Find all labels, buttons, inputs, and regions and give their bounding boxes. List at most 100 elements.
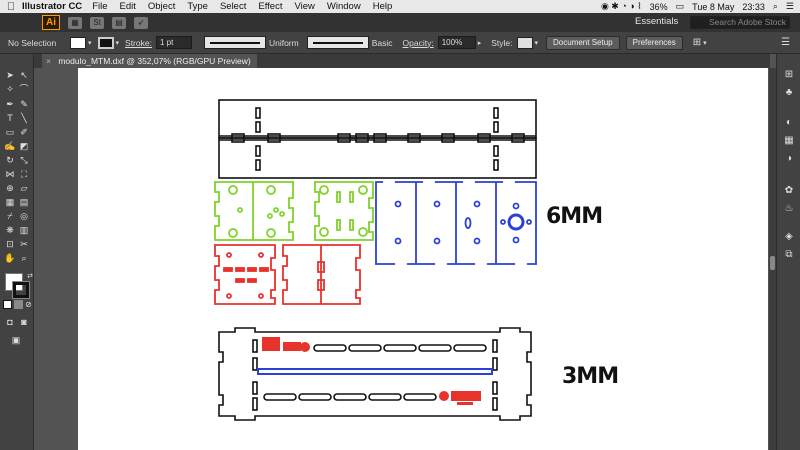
gradient-mode-icon[interactable] — [14, 300, 23, 309]
thickness-label-3mm: 3MM — [562, 364, 619, 389]
menu-edit[interactable]: Edit — [120, 1, 136, 12]
control-bar: No Selection ▾ ▾ Stroke: 1 pt Uniform Ba… — [0, 32, 800, 54]
paintbrush-tool-icon[interactable]: ✐ — [18, 126, 30, 138]
app-menu[interactable]: Illustrator CC — [22, 1, 82, 12]
gpu-performance-icon[interactable]: ➶ — [134, 16, 148, 29]
document-setup-button[interactable]: Document Setup — [546, 35, 620, 50]
close-tab-icon[interactable]: × — [46, 56, 51, 66]
perspective-grid-tool-icon[interactable]: ▱ — [18, 182, 30, 194]
stroke-swatch[interactable] — [97, 36, 114, 49]
vertical-scrollbar[interactable] — [769, 68, 776, 450]
stroke-color-box[interactable] — [12, 281, 30, 299]
graphic-style-swatch[interactable] — [516, 36, 533, 49]
arrange-documents-icon[interactable]: ▤ — [112, 16, 126, 29]
color-guide-panel-icon[interactable]: ◑ — [783, 152, 795, 164]
menu-effect[interactable]: Effect — [258, 1, 282, 12]
type-tool-icon[interactable]: T — [4, 112, 16, 124]
bridge-icon[interactable]: ▦ — [68, 16, 82, 29]
blend-tool-icon[interactable]: ◎ — [18, 210, 30, 222]
panel-menu-icon[interactable]: ☰ — [781, 37, 790, 48]
gradient-tool-icon[interactable]: ▤ — [18, 196, 30, 208]
workspace-switcher[interactable]: Essentials — [635, 16, 678, 27]
spotlight-icon[interactable]: ⌕ — [773, 1, 778, 12]
brush-preview[interactable] — [306, 36, 369, 49]
stock-icon[interactable]: St — [90, 16, 104, 29]
stroke-label[interactable]: Stroke: — [125, 38, 152, 48]
menu-type[interactable]: Type — [187, 1, 208, 12]
document-tab[interactable]: × modulo_MTM.dxf @ 352,07% (RGB/GPU Prev… — [42, 54, 257, 68]
free-transform-tool-icon[interactable]: ⛶ — [18, 168, 30, 180]
none-mode-icon[interactable]: ⊘ — [24, 300, 33, 309]
properties-panel-icon[interactable]: ⊞ — [783, 68, 795, 80]
layers-panel-icon[interactable]: ◈ — [783, 230, 795, 242]
column-graph-tool-icon[interactable]: ▥ — [18, 224, 30, 236]
opacity-dropdown-icon[interactable]: ▸ — [478, 39, 482, 47]
opacity-label[interactable]: Opacity: — [403, 38, 434, 48]
menu-window[interactable]: Window — [327, 1, 361, 12]
status-icons[interactable]: ◉ ✱ ◔ ◑ ⌇ — [601, 1, 642, 12]
direct-selection-tool-icon[interactable]: ↖ — [18, 69, 30, 81]
arrange-dropdown-icon[interactable]: ▾ — [703, 39, 707, 47]
opacity-field[interactable]: 100% — [437, 36, 476, 49]
style-dropdown-icon[interactable]: ▾ — [535, 39, 539, 47]
variable-width-label[interactable]: Uniform — [269, 38, 299, 48]
lasso-tool-icon[interactable]: ⌒ — [18, 83, 30, 95]
color-panel-icon[interactable]: ◐ — [783, 116, 795, 128]
eyedropper-tool-icon[interactable]: ⌿ — [4, 210, 16, 222]
fill-swatch[interactable] — [70, 36, 86, 49]
fill-dropdown-icon[interactable]: ▾ — [88, 39, 92, 47]
menu-object[interactable]: Object — [148, 1, 175, 12]
rectangle-tool-icon[interactable]: ▭ — [4, 126, 16, 138]
shape-builder-tool-icon[interactable]: ⊕ — [4, 182, 16, 194]
draw-behind-icon[interactable]: ◙ — [18, 316, 30, 328]
brushes-panel-icon[interactable]: ✿ — [783, 184, 795, 196]
status-area: ◉ ✱ ◔ ◑ ⌇ 36% ▭ Tue 8 May 23:33 ⌕ ☰ — [601, 0, 794, 13]
eraser-tool-icon[interactable]: ◩ — [18, 140, 30, 152]
stroke-weight-field[interactable]: 1 pt — [155, 36, 192, 49]
libraries-panel-icon[interactable]: ♣ — [783, 86, 795, 98]
rotate-tool-icon[interactable]: ↻ — [4, 154, 16, 166]
scale-tool-icon[interactable]: ⤡ — [18, 154, 30, 166]
mac-menu-bar:  Illustrator CC File Edit Object Type S… — [0, 0, 800, 13]
battery-icon[interactable]: ▭ — [676, 1, 685, 12]
illustrator-logo-icon: Ai — [42, 15, 60, 30]
magic-wand-tool-icon[interactable]: ✧ — [4, 83, 16, 95]
selection-tool-icon[interactable]: ➤ — [4, 69, 16, 81]
thickness-label-6mm: 6MM — [546, 204, 603, 229]
artboards-panel-icon[interactable]: ⧉ — [783, 248, 795, 260]
brush-label[interactable]: Basic — [372, 38, 393, 48]
color-mode-icon[interactable] — [3, 300, 12, 309]
menu-view[interactable]: View — [294, 1, 314, 12]
hand-tool-icon[interactable]: ✋ — [4, 252, 16, 264]
symbol-sprayer-tool-icon[interactable]: ❋ — [4, 224, 16, 236]
tools-panel: ➤ ↖ ✧ ⌒ ✒ ✎ T ╲ ▭ ✐ ✍ ◩ ↻ ⤡ ⋈ ⛶ ⊕ ▱ ▦ ▤ … — [0, 54, 34, 450]
menu-select[interactable]: Select — [220, 1, 246, 12]
line-tool-icon[interactable]: ╲ — [18, 112, 30, 124]
application-bar: Ai ▦ St ▤ ➶ Essentials Search Adobe Stoc… — [0, 13, 800, 32]
preferences-button[interactable]: Preferences — [625, 35, 683, 50]
slice-tool-icon[interactable]: ✂ — [18, 238, 30, 250]
notification-center-icon[interactable]: ☰ — [786, 1, 794, 12]
swatches-panel-icon[interactable]: ▦ — [783, 134, 795, 146]
stock-search-input[interactable]: Search Adobe Stock — [690, 16, 790, 29]
shaper-tool-icon[interactable]: ✍ — [4, 140, 16, 152]
apple-icon[interactable]:  — [0, 1, 22, 13]
symbols-panel-icon[interactable]: ♨ — [783, 202, 795, 214]
curvature-tool-icon[interactable]: ✎ — [18, 98, 30, 110]
draw-normal-icon[interactable]: ◘ — [4, 316, 16, 328]
variable-width-preview[interactable] — [203, 36, 266, 49]
zoom-tool-icon[interactable]: ⌕ — [18, 252, 30, 264]
stroke-dropdown-icon[interactable]: ▾ — [116, 39, 120, 47]
canvas-area[interactable] — [34, 68, 776, 450]
scrollbar-thumb[interactable] — [770, 256, 775, 270]
mesh-tool-icon[interactable]: ▦ — [4, 196, 16, 208]
screen-mode-icon[interactable]: ▣ — [10, 334, 22, 346]
menu-file[interactable]: File — [92, 1, 107, 12]
width-tool-icon[interactable]: ⋈ — [4, 168, 16, 180]
menu-help[interactable]: Help — [373, 1, 393, 12]
artboard[interactable] — [78, 68, 768, 450]
time-text[interactable]: 23:33 — [742, 2, 765, 12]
arrange-icon[interactable]: ⊞ — [693, 37, 701, 48]
pen-tool-icon[interactable]: ✒ — [4, 98, 16, 110]
artboard-tool-icon[interactable]: ⊡ — [4, 238, 16, 250]
